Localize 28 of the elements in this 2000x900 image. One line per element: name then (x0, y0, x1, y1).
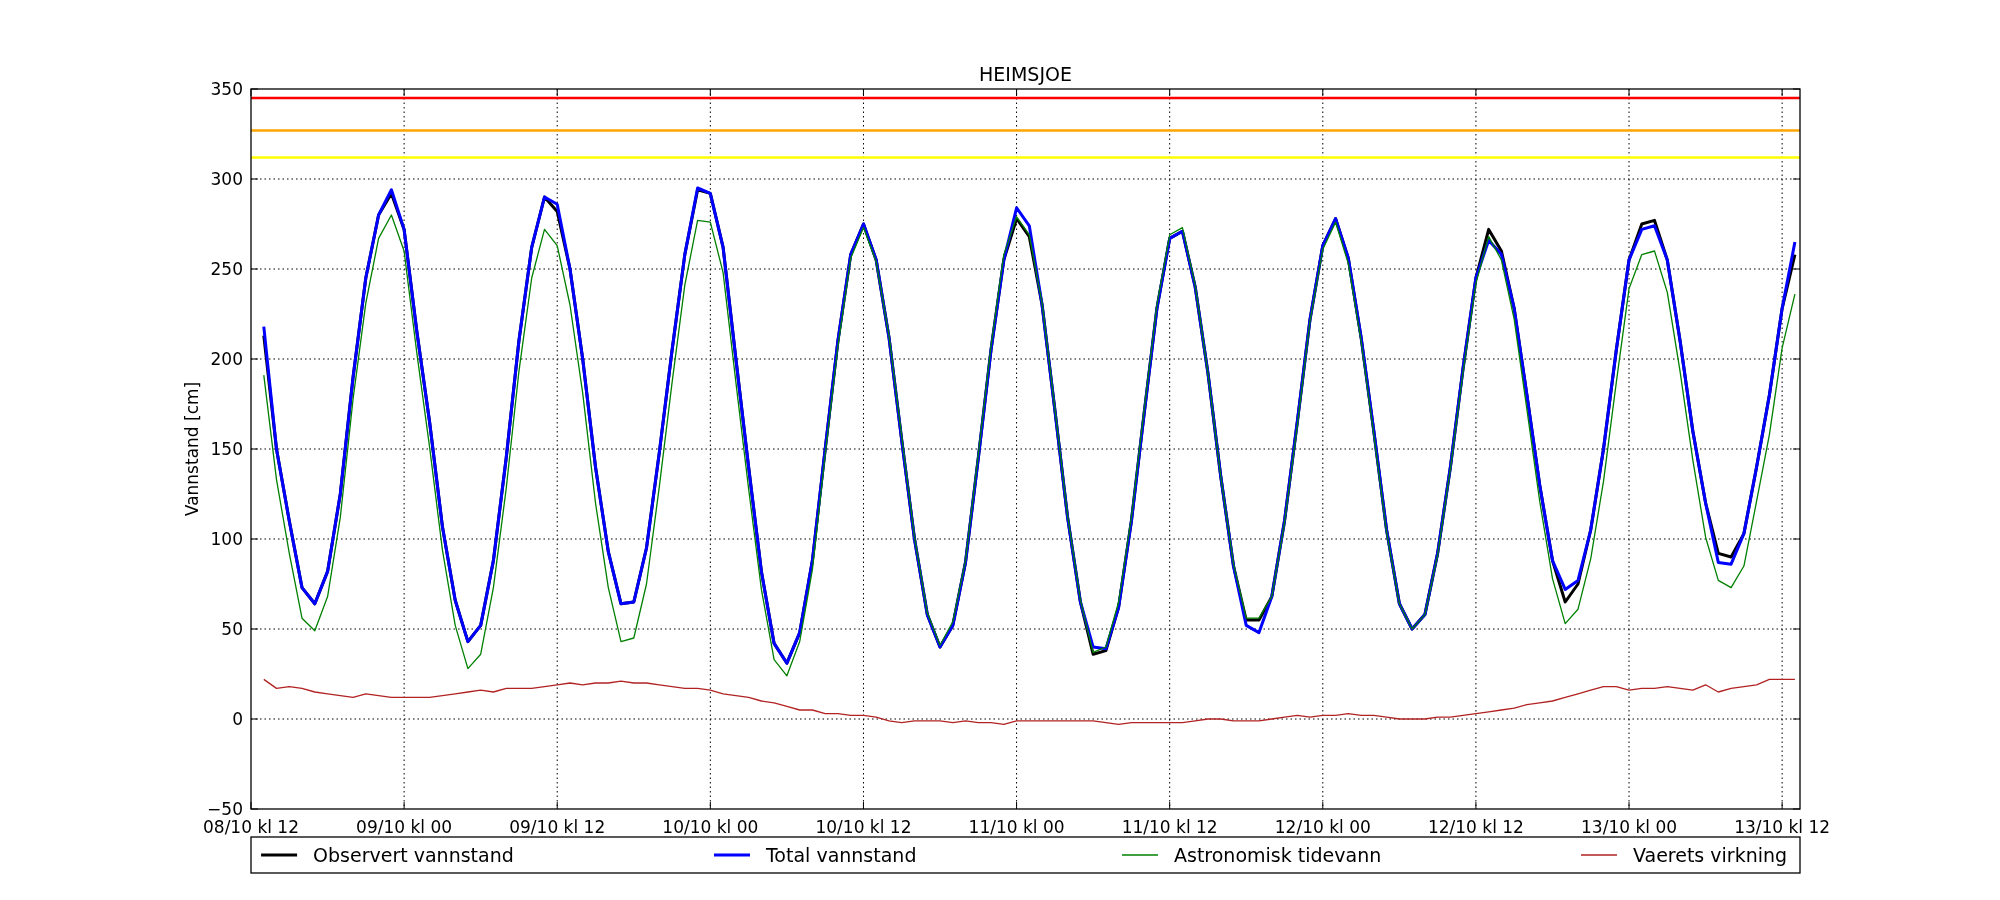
x-tick-label: 13/10 kl 12 (1734, 817, 1831, 837)
y-tick-label: 350 (210, 79, 243, 99)
y-tick-label: 250 (210, 259, 243, 279)
legend-label: Observert vannstand (313, 844, 514, 866)
y-tick-label: 150 (210, 439, 243, 459)
y-tick-label: 300 (210, 169, 243, 189)
x-tick-label: 11/10 kl 00 (968, 817, 1065, 837)
legend-swatch (261, 853, 298, 857)
legend-label: Total vannstand (766, 844, 917, 866)
y-tick-label: 200 (210, 349, 243, 369)
y-axis-label: Vannstand [cm] (182, 381, 202, 517)
y-tick-label: 0 (232, 709, 243, 729)
legend-swatch (714, 853, 750, 857)
y-tick-label: 100 (210, 529, 243, 549)
chart-title: HEIMSJOE (979, 63, 1072, 85)
x-tick-label: 12/10 kl 00 (1274, 817, 1371, 837)
x-tick-label: 10/10 kl 00 (662, 817, 759, 837)
legend-label: Astronomisk tidevann (1174, 844, 1382, 866)
x-tick-label: 09/10 kl 12 (509, 817, 606, 837)
y-tick-label: −50 (207, 799, 243, 819)
x-tick-label: 13/10 kl 00 (1581, 817, 1677, 837)
legend-label: Vaerets virkning (1632, 844, 1788, 866)
y-tick-label: 50 (221, 619, 243, 639)
x-tick-label: 11/10 kl 12 (1121, 817, 1218, 837)
x-tick-label: 09/10 kl 00 (356, 817, 453, 837)
x-tick-label: 10/10 kl 12 (815, 817, 912, 837)
x-tick-label: 12/10 kl 12 (1427, 817, 1524, 837)
x-tick-label: 08/10 kl 12 (203, 817, 299, 837)
